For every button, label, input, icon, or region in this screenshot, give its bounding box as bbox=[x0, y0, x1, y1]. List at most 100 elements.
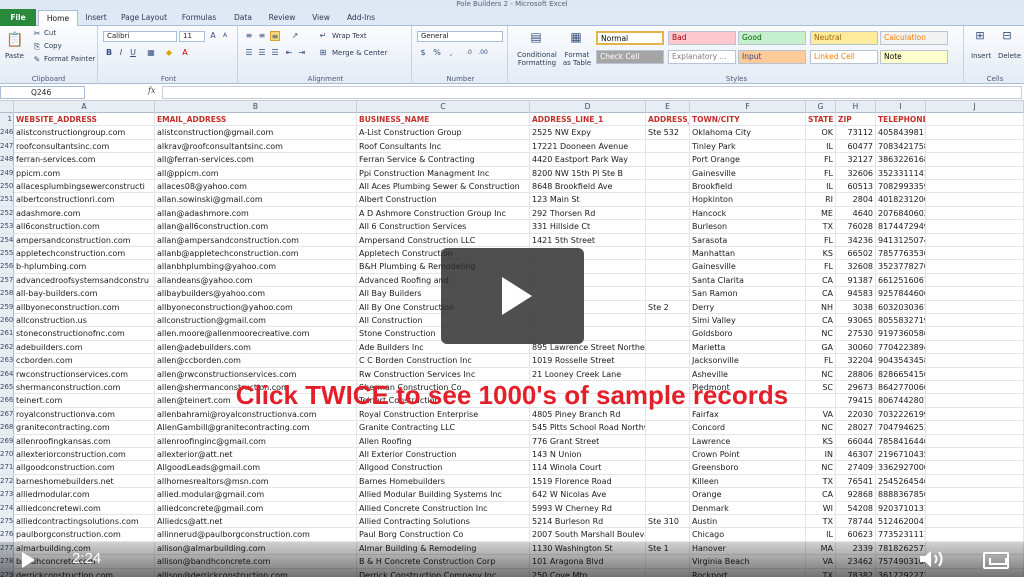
cell[interactable]: 8648 Brookfield Ave bbox=[530, 180, 646, 193]
cell[interactable]: AllenGambill@granitecontracting.com bbox=[155, 421, 357, 435]
cell[interactable]: WI bbox=[806, 501, 836, 515]
header-cell[interactable]: STATE bbox=[806, 113, 836, 126]
row-number[interactable]: 262 bbox=[0, 340, 14, 354]
cell[interactable]: 6032030367 bbox=[876, 300, 926, 314]
cell[interactable]: Greensboro bbox=[690, 461, 806, 475]
cell[interactable]: Ste 310 bbox=[646, 515, 690, 528]
cell[interactable]: 92868 bbox=[836, 488, 876, 502]
cell[interactable]: 7082993359 bbox=[876, 180, 926, 193]
cell-style-note[interactable]: Note bbox=[880, 50, 948, 64]
row-number[interactable]: 271 bbox=[0, 461, 14, 475]
header-cell[interactable]: TOWN/CITY bbox=[690, 113, 806, 126]
cell[interactable]: advancedroofsystemsandconstru bbox=[14, 273, 155, 287]
cell[interactable]: Ste 532 bbox=[646, 126, 690, 140]
cell[interactable]: 9413125074 bbox=[876, 233, 926, 247]
percent-icon[interactable]: % bbox=[432, 48, 442, 58]
orientation-icon[interactable]: ↗ bbox=[290, 31, 300, 41]
cell[interactable]: 1019 Rosselle Street bbox=[530, 354, 646, 368]
cell[interactable]: Brookfield bbox=[690, 180, 806, 193]
cell[interactable]: alkrav@roofconsultantsinc.com bbox=[155, 139, 357, 153]
cell[interactable]: allbyoneconstruction@yahoo.com bbox=[155, 300, 357, 314]
cell[interactable]: Paul Borg Construction Co bbox=[357, 528, 530, 542]
cell[interactable]: allan@ampersandconstruction.com bbox=[155, 233, 357, 247]
row-number[interactable]: 270 bbox=[0, 448, 14, 461]
comma-icon[interactable]: , bbox=[446, 48, 456, 58]
format-as-table-button[interactable]: Format as Table bbox=[560, 51, 594, 67]
cell[interactable]: Concord bbox=[690, 421, 806, 435]
cell[interactable]: allbaybuilders@yahoo.com bbox=[155, 287, 357, 301]
cell[interactable] bbox=[926, 126, 1024, 140]
row-number[interactable]: 1 bbox=[0, 113, 14, 126]
cell-style-bad[interactable]: Bad bbox=[668, 31, 736, 45]
cell[interactable] bbox=[646, 501, 690, 515]
cell[interactable] bbox=[926, 448, 1024, 461]
header-cell[interactable]: EMAIL_ADDRESS bbox=[155, 113, 357, 126]
cell[interactable]: 2804 bbox=[836, 193, 876, 207]
cell[interactable]: 9197360586 bbox=[876, 327, 926, 341]
cell[interactable]: Gainesville bbox=[690, 260, 806, 274]
cell[interactable] bbox=[646, 287, 690, 301]
cell[interactable]: 4018231200 bbox=[876, 193, 926, 207]
font-color-icon[interactable]: A bbox=[180, 48, 190, 58]
row-number[interactable]: 274 bbox=[0, 501, 14, 515]
cell[interactable]: 46307 bbox=[836, 448, 876, 461]
cell[interactable]: 2525 NW Expy bbox=[530, 126, 646, 140]
column-header-d[interactable]: D bbox=[530, 101, 646, 113]
row-number[interactable]: 252 bbox=[0, 206, 14, 220]
cell[interactable]: 28806 bbox=[836, 367, 876, 381]
cell[interactable]: roofconsultantsinc.com bbox=[14, 139, 155, 153]
cell[interactable]: allan@adashmore.com bbox=[155, 206, 357, 220]
cell[interactable]: 4640 bbox=[836, 206, 876, 220]
header-cell[interactable]: TELEPHONE bbox=[876, 113, 926, 126]
volume-icon[interactable] bbox=[918, 550, 948, 568]
cell[interactable]: ampersandconstruction.com bbox=[14, 233, 155, 247]
cell[interactable]: Barnes Homebuilders bbox=[357, 474, 530, 488]
align-bottom-icon[interactable]: ≡ bbox=[270, 31, 280, 41]
cell[interactable]: all@ppicm.com bbox=[155, 166, 357, 180]
cell[interactable]: 114 Winola Court bbox=[530, 461, 646, 475]
cell-style-good[interactable]: Good bbox=[738, 31, 806, 45]
cell[interactable] bbox=[926, 314, 1024, 327]
cell[interactable] bbox=[646, 193, 690, 207]
cell[interactable] bbox=[926, 273, 1024, 287]
cell[interactable]: alliedconcrete@gmail.com bbox=[155, 501, 357, 515]
row-number[interactable]: 248 bbox=[0, 153, 14, 167]
cell[interactable]: Granite Contracting LLC bbox=[357, 421, 530, 435]
cell[interactable]: rwconstructionservices.com bbox=[14, 367, 155, 381]
row-number[interactable]: 249 bbox=[0, 166, 14, 180]
cell[interactable]: Allied Contracting Solutions bbox=[357, 515, 530, 528]
cell[interactable] bbox=[646, 327, 690, 341]
cell[interactable]: 9257844606 bbox=[876, 287, 926, 301]
row-number[interactable]: 246 bbox=[0, 126, 14, 140]
cell[interactable]: CA bbox=[806, 287, 836, 301]
cell[interactable]: ferran-services.com bbox=[14, 153, 155, 167]
cell[interactable]: 32127 bbox=[836, 153, 876, 167]
cell[interactable]: 91387 bbox=[836, 273, 876, 287]
cell[interactable]: Gainesville bbox=[690, 166, 806, 180]
cell[interactable]: KS bbox=[806, 247, 836, 260]
tab-formulas[interactable]: Formulas bbox=[176, 10, 222, 26]
cell[interactable]: San Ramon bbox=[690, 287, 806, 301]
cell[interactable]: 76541 bbox=[836, 474, 876, 488]
cell[interactable]: 54208 bbox=[836, 501, 876, 515]
cell[interactable]: 1421 5th Street bbox=[530, 233, 646, 247]
cell[interactable]: 60477 bbox=[836, 139, 876, 153]
cell[interactable]: 2076840603 bbox=[876, 206, 926, 220]
cell[interactable]: Sarasota bbox=[690, 233, 806, 247]
cell[interactable]: allgoodconstruction.com bbox=[14, 461, 155, 475]
cell[interactable]: Ferran Service & Contracting bbox=[357, 153, 530, 167]
cell[interactable]: barneshomebuilders.net bbox=[14, 474, 155, 488]
cell[interactable] bbox=[926, 354, 1024, 368]
cell-style-check-cell[interactable]: Check Cell bbox=[596, 50, 664, 64]
shrink-font-icon[interactable]: A bbox=[220, 31, 230, 41]
cell[interactable]: Orange bbox=[690, 488, 806, 502]
cell[interactable]: 2007 South Marshall Boulevard bbox=[530, 528, 646, 542]
row-number[interactable]: 275 bbox=[0, 515, 14, 528]
cell[interactable]: allen@ccborden.com bbox=[155, 354, 357, 368]
cell[interactable]: TX bbox=[806, 474, 836, 488]
cell[interactable]: 642 W Nicolas Ave bbox=[530, 488, 646, 502]
cell[interactable]: ME bbox=[806, 206, 836, 220]
row-number[interactable]: 273 bbox=[0, 488, 14, 502]
cell-style-explanatory[interactable]: Explanatory ... bbox=[668, 50, 736, 64]
cell[interactable]: Asheville bbox=[690, 367, 806, 381]
